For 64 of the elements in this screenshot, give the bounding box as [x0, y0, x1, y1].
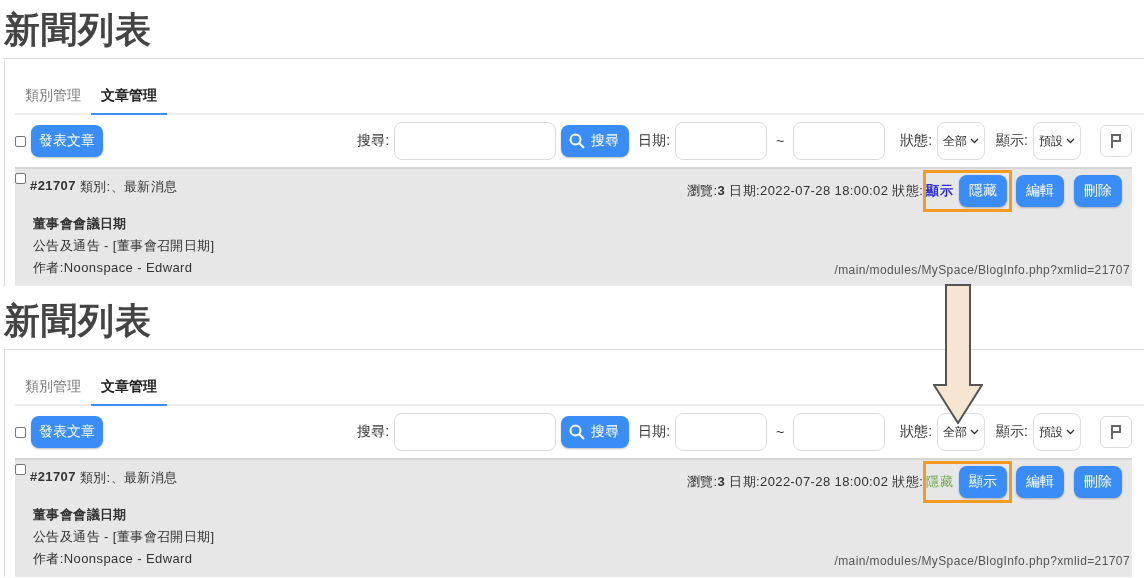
status-value: 隱藏: [926, 473, 953, 491]
date-field[interactable]: [793, 413, 886, 451]
search-label: 搜尋:: [357, 132, 390, 150]
display-select[interactable]: 預設: [1033, 413, 1081, 451]
display-select[interactable]: 預設: [1033, 122, 1081, 160]
delete-button[interactable]: 刪除: [1074, 175, 1122, 207]
sort-button[interactable]: [1100, 125, 1132, 157]
chevron-icon: [970, 429, 980, 435]
checkbox[interactable]: [15, 135, 26, 147]
tab[interactable]: 文章管理: [91, 81, 167, 115]
display-label: 顯示:: [996, 132, 1028, 150]
chevron-icon: [1066, 138, 1075, 144]
status-select[interactable]: 全部: [937, 122, 986, 160]
article-summary: 公告及通告 - [董事會召開日期]: [33, 237, 216, 255]
tab[interactable]: 文章管理: [91, 372, 167, 406]
toggle-button[interactable]: 隱藏: [959, 175, 1007, 207]
search-button[interactable]: 搜尋: [561, 125, 630, 157]
article-title: 董事會會議日期: [33, 215, 128, 233]
tab[interactable]: 類別管理: [15, 372, 91, 406]
date-field[interactable]: [675, 413, 768, 451]
date-label: 日期:: [638, 423, 671, 441]
post-button[interactable]: 發表文章: [31, 416, 103, 448]
article-author: 作者:Noonspace - Edward: [33, 550, 193, 568]
status-label: 狀態:: [900, 423, 933, 441]
status-select[interactable]: 全部: [937, 413, 986, 451]
post-button[interactable]: 發表文章: [31, 125, 103, 157]
checkbox[interactable]: [15, 426, 26, 438]
search-icon: [569, 424, 586, 440]
article-id: #21707: [30, 469, 76, 484]
date-field[interactable]: [793, 122, 886, 160]
article-category: 類別:、最新消息: [79, 178, 178, 196]
toggle-button[interactable]: 顯示: [959, 466, 1007, 498]
tab[interactable]: 類別管理: [15, 81, 91, 115]
article-id: #21707: [30, 178, 76, 193]
delete-button[interactable]: 刪除: [1074, 466, 1122, 498]
edit-button[interactable]: 編輯: [1016, 175, 1064, 207]
status-value: 顯示: [926, 182, 953, 200]
article-url: /main/modules/MySpace/BlogInfo.php?xmlid=21707: [834, 263, 1130, 277]
article-summary: 公告及通告 - [董事會召開日期]: [33, 528, 216, 546]
page-title: 新聞列表: [3, 299, 153, 343]
edit-button[interactable]: 編輯: [1016, 466, 1064, 498]
date-label: 日期:: [638, 132, 671, 150]
search-label: 搜尋:: [357, 423, 390, 441]
article-stats: 瀏覽:3 日期:2022-07-28 18:00:02 狀態:: [686, 473, 924, 491]
article-category: 類別:、最新消息: [79, 469, 178, 487]
display-label: 顯示:: [996, 423, 1028, 441]
article-stats: 瀏覽:3 日期:2022-07-28 18:00:02 狀態:: [686, 182, 924, 200]
search-icon: [569, 133, 586, 149]
checkbox[interactable]: [15, 464, 26, 475]
search-button[interactable]: 搜尋: [561, 416, 630, 448]
article-title: 董事會會議日期: [33, 506, 128, 524]
page-title: 新聞列表: [3, 8, 153, 52]
chevron-icon: [1066, 429, 1075, 435]
article-url: /main/modules/MySpace/BlogInfo.php?xmlid=21707: [834, 554, 1130, 568]
date-field[interactable]: [675, 122, 768, 160]
search-field[interactable]: [394, 413, 557, 451]
status-label: 狀態:: [900, 132, 933, 150]
date-separator: ~: [776, 424, 785, 440]
search-field[interactable]: [394, 122, 557, 160]
checkbox[interactable]: [15, 173, 26, 184]
article-author: 作者:Noonspace - Edward: [33, 259, 193, 277]
sort-button[interactable]: [1100, 416, 1132, 448]
date-separator: ~: [776, 133, 785, 149]
chevron-icon: [970, 138, 980, 144]
